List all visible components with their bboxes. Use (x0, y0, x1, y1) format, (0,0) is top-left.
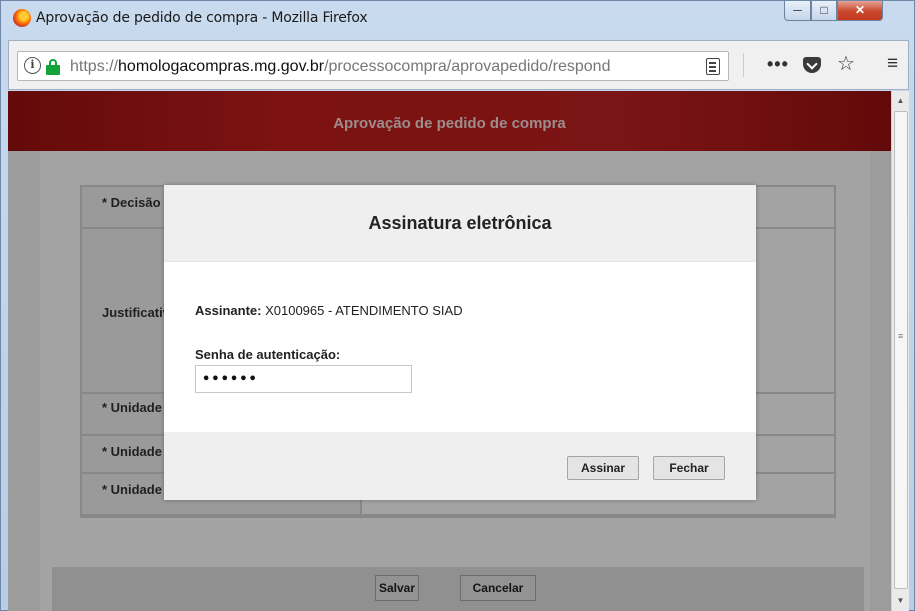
maximize-button[interactable]: □ (811, 1, 837, 21)
dialog-footer: Assinar Fechar (164, 432, 756, 500)
lock-icon[interactable] (46, 59, 60, 75)
page-actions-icon[interactable]: ••• (767, 52, 789, 76)
scroll-down-icon[interactable]: ▼ (892, 593, 909, 609)
firefox-logo-icon (13, 9, 31, 27)
navigation-bar: i https://homologacompras.mg.gov.br/proc… (8, 40, 909, 90)
signer-label: Assinante: (195, 303, 262, 318)
sign-button[interactable]: Assinar (567, 456, 639, 480)
toolbar-divider (743, 53, 744, 77)
close-dialog-button[interactable]: Fechar (653, 456, 725, 480)
password-label: Senha de autenticação: (195, 347, 341, 362)
hamburger-menu-icon[interactable]: ≡ (887, 52, 898, 76)
address-bar[interactable]: i https://homologacompras.mg.gov.br/proc… (17, 51, 729, 81)
url-text[interactable]: https://homologacompras.mg.gov.br/proces… (70, 58, 690, 76)
scroll-thumb[interactable]: ≡ (894, 111, 908, 589)
close-window-button[interactable]: ✕ (837, 1, 883, 21)
dialog-header: Assinatura eletrônica (164, 185, 756, 262)
pocket-icon[interactable] (803, 57, 821, 73)
browser-window: Aprovação de pedido de compra - Mozilla … (0, 0, 915, 611)
scroll-grip-icon: ≡ (898, 331, 904, 341)
minimize-button[interactable]: ─ (784, 1, 811, 21)
url-path: /processocompra/aprovapedido/respond (324, 58, 611, 75)
title-bar: Aprovação de pedido de compra - Mozilla … (1, 1, 914, 37)
url-scheme: https:// (70, 58, 119, 75)
bookmark-star-icon[interactable]: ☆ (837, 52, 855, 76)
scroll-up-icon[interactable]: ▲ (892, 93, 909, 109)
dialog-title: Assinatura eletrônica (368, 213, 552, 233)
password-field[interactable]: •••••• (195, 365, 412, 393)
signer-info: Assinante: X0100965 - ATENDIMENTO SIAD (195, 303, 463, 318)
url-host: homologacompras.mg.gov.br (118, 58, 325, 75)
signature-dialog: Assinatura eletrônica Assinante: X010096… (164, 185, 756, 500)
window-title: Aprovação de pedido de compra - Mozilla … (36, 10, 368, 26)
reader-view-icon[interactable] (706, 58, 720, 75)
site-info-icon[interactable]: i (24, 57, 41, 74)
signer-value: X0100965 - ATENDIMENTO SIAD (265, 303, 463, 318)
vertical-scrollbar[interactable]: ▲ ≡ ▼ (891, 91, 909, 611)
